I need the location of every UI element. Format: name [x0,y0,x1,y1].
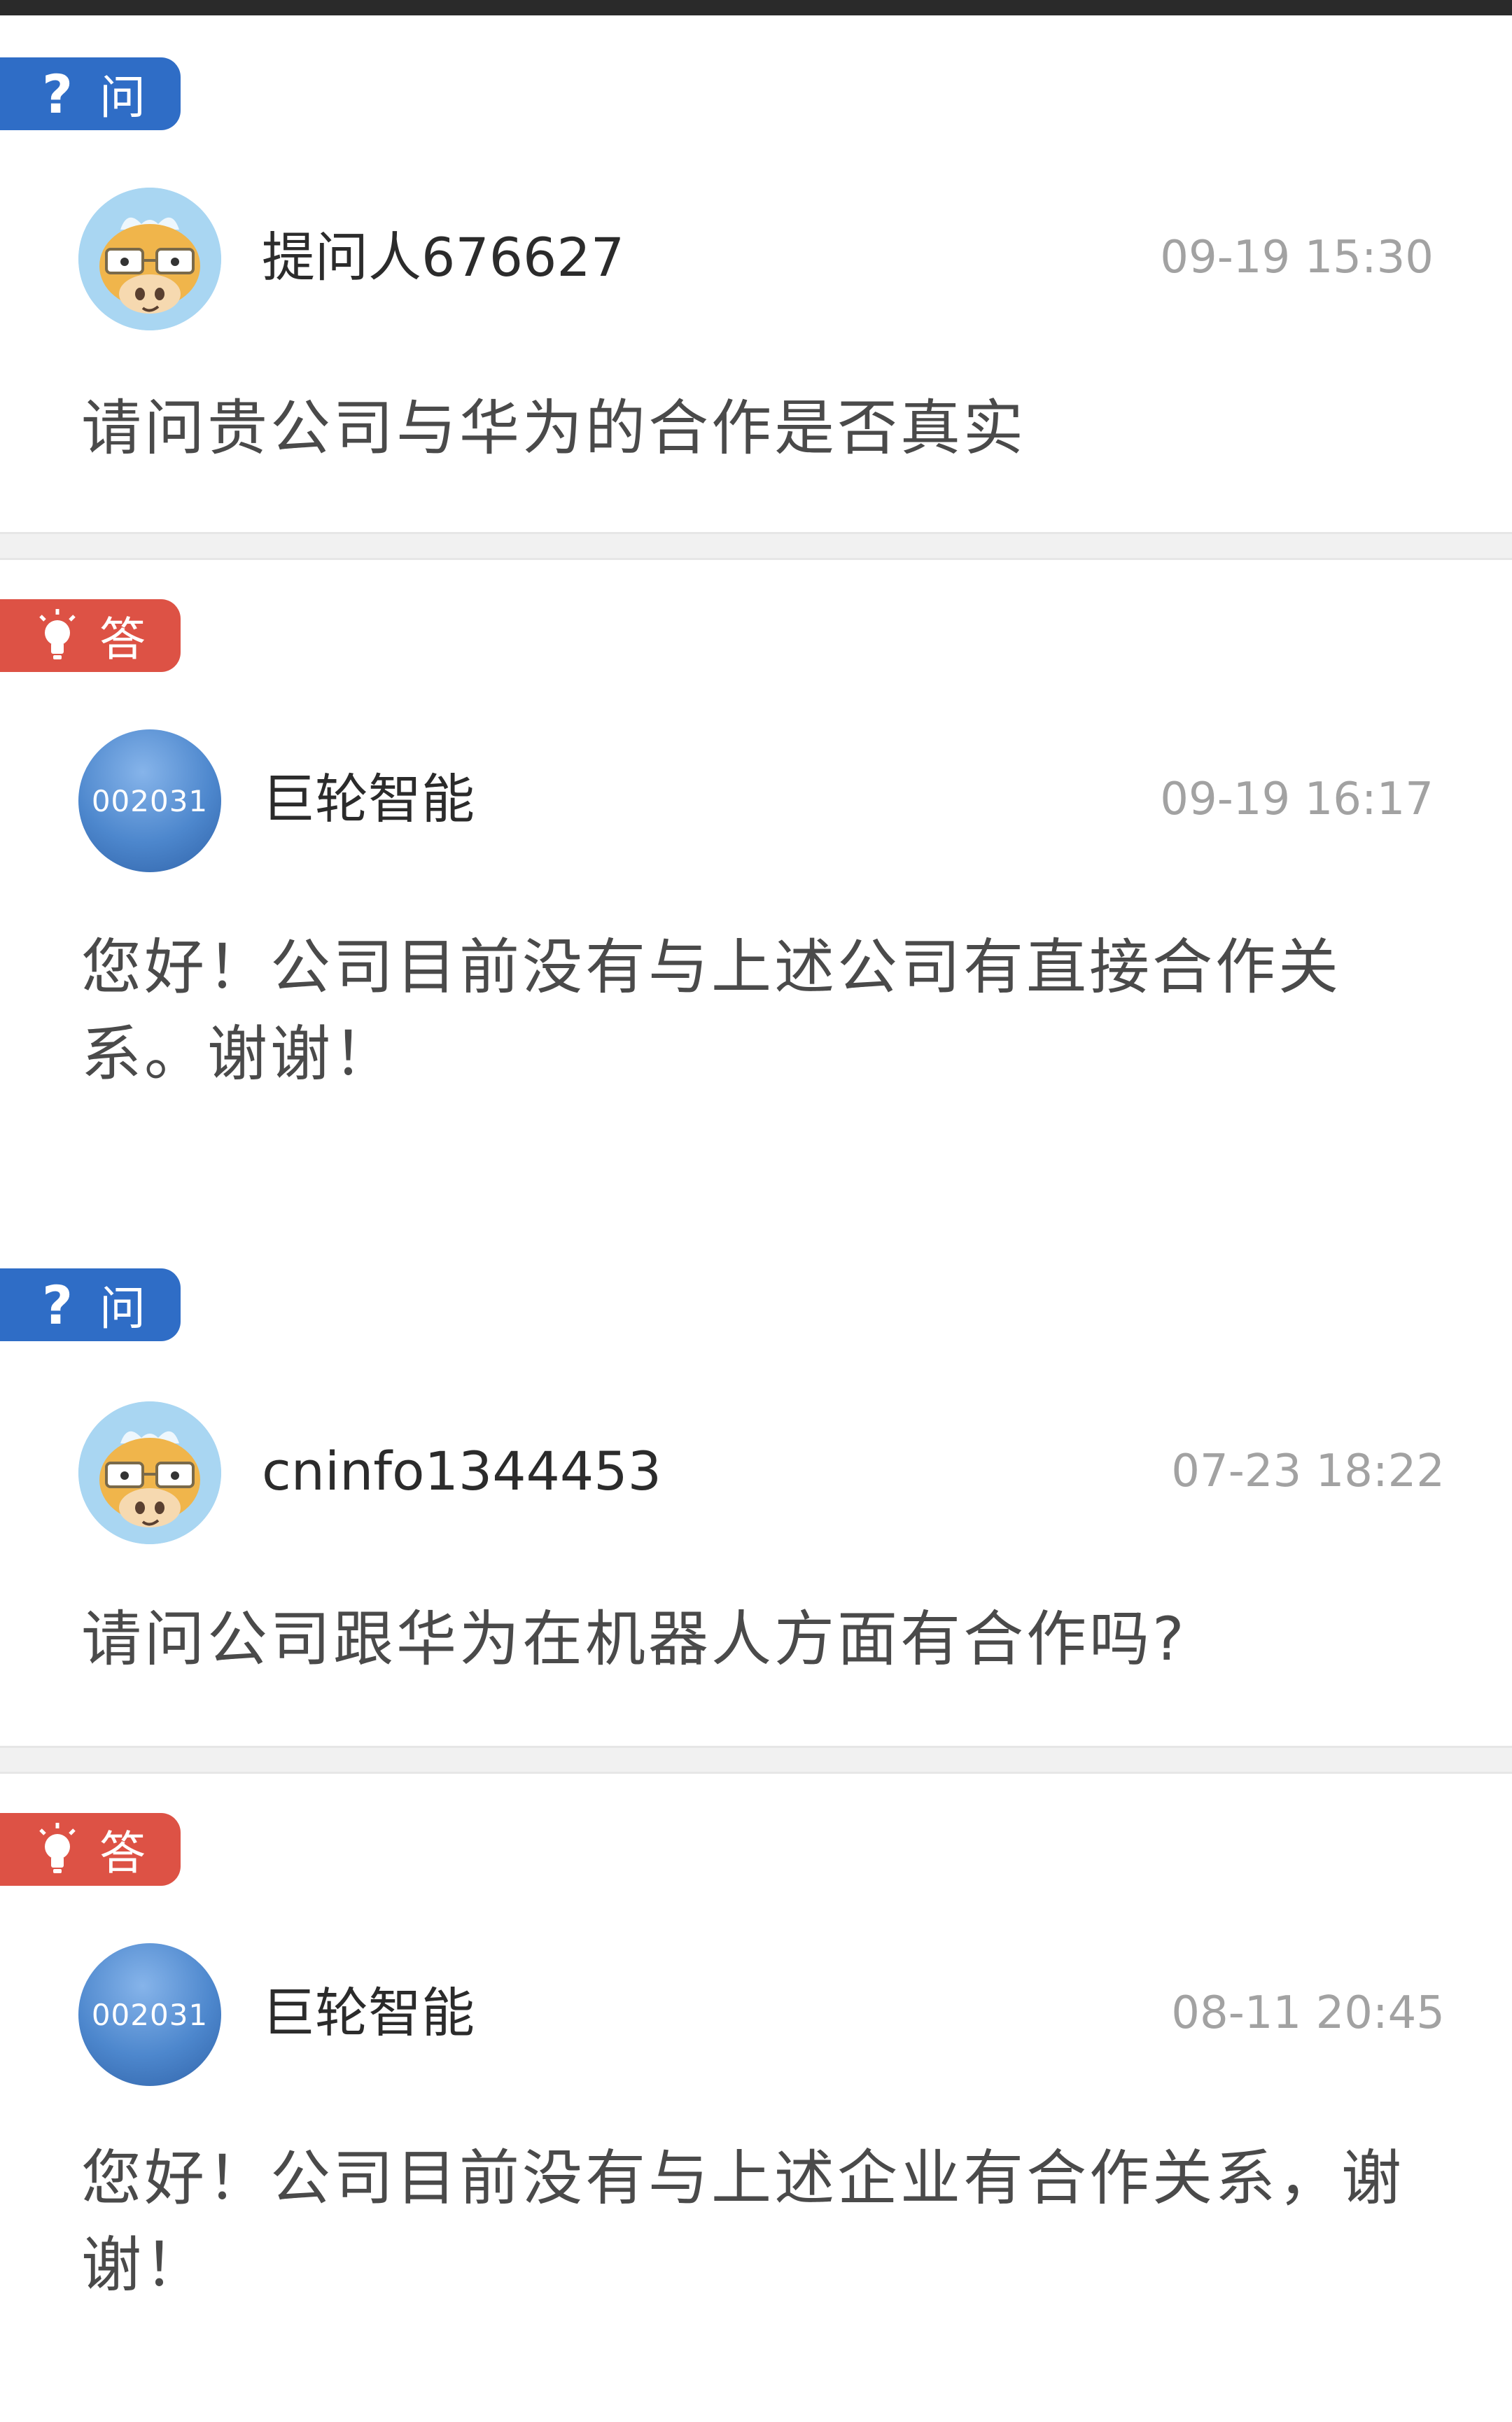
avatar[interactable] [78,188,221,330]
question-entry: ? 问 提问人676627 09-19 15:30 请问贵公司与华为的合作是否真… [0,0,1512,532]
question-text: 请问贵公司与华为的合作是否真实 [81,393,1026,463]
question-badge-label: 问 [99,71,146,125]
company-avatar[interactable]: 002031 [78,729,221,872]
company-name[interactable]: 巨轮智能 [262,1978,475,2048]
question-mark-icon: ? [41,1273,74,1336]
answer-time: 08-11 20:45 [1171,1987,1445,2039]
answer-badge-label: 答 [99,1826,146,1880]
answer-text: 您好！公司目前没有与上述公司有直接合作关系。谢谢！ [81,932,1341,1089]
question-text: 请问公司跟华为在机器人方面有合作吗? [81,1604,1187,1674]
question-badge: ? 问 [0,57,181,130]
lightbulb-icon [36,608,78,664]
lightbulb-icon [36,1821,78,1877]
answer-badge: 答 [0,599,181,672]
answer-text: 您好！公司目前没有与上述企业有合作关系，谢谢！ [81,2143,1404,2300]
question-badge: ? 问 [0,1268,181,1341]
company-name[interactable]: 巨轮智能 [262,764,475,834]
section-divider [0,1746,1512,1774]
cartoon-cow-avatar-icon [78,188,221,330]
question-time: 09-19 15:30 [1160,232,1434,284]
answer-time: 09-19 16:17 [1160,774,1434,825]
question-entry: ? 问 cninfo1344453 07-23 18:22 请问公司跟华为在机器… [0,1218,1512,1750]
answer-entry: 答 002031 巨轮智能 08-11 20:45 您好！公司目前没有与上述企业… [0,1774,1512,2422]
cartoon-cow-avatar-icon [78,1401,221,1544]
company-avatar[interactable]: 002031 [78,1943,221,2086]
question-badge-label: 问 [99,1282,146,1336]
answer-badge-label: 答 [99,612,146,666]
answer-badge: 答 [0,1813,181,1886]
avatar[interactable] [78,1401,221,1544]
questioner-name[interactable]: 提问人676627 [262,223,624,293]
answer-entry: 答 002031 巨轮智能 09-19 16:17 您好！公司目前没有与上述公司… [0,560,1512,1218]
question-mark-icon: ? [41,62,74,125]
questioner-name[interactable]: cninfo1344453 [262,1436,662,1506]
section-divider [0,532,1512,560]
question-time: 07-23 18:22 [1171,1446,1445,1497]
